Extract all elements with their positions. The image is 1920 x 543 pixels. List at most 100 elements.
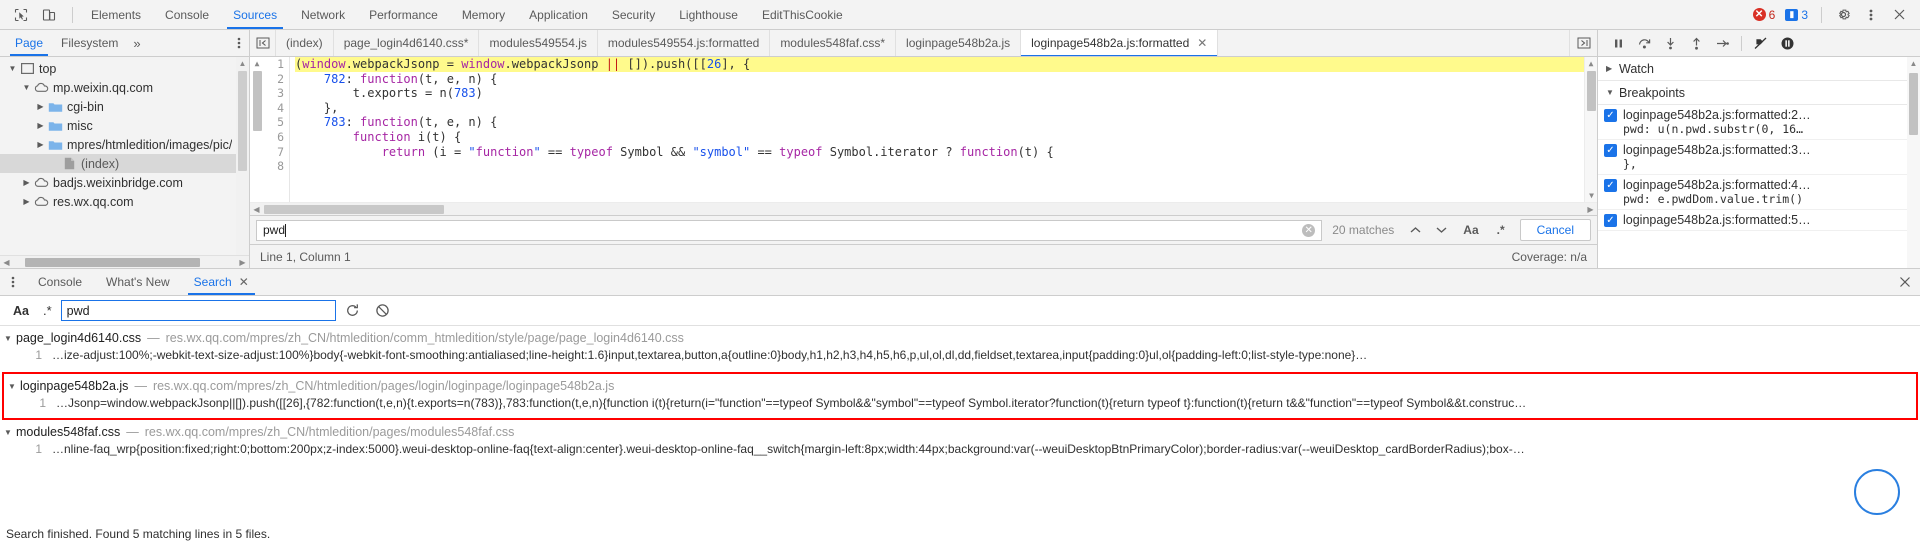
drawer-close-icon[interactable] — [1890, 269, 1920, 295]
tree-node-index[interactable]: (index) — [0, 154, 249, 173]
scrollbar-thumb[interactable] — [1909, 73, 1918, 135]
error-count-badge[interactable]: ✕ 6 — [1750, 7, 1781, 23]
code-editor[interactable]: ▲ 1 2 3 4 5 6 7 8 (window.webpackJsonp =… — [250, 57, 1597, 202]
scroll-up-icon[interactable]: ▲ — [236, 57, 249, 70]
breakpoint-item[interactable]: ✓ loginpage548b2a.js:formatted:3… }, — [1598, 140, 1920, 175]
navigator-vertical-scrollbar[interactable]: ▲ ▼ — [236, 57, 249, 268]
search-result-line[interactable]: 1 …Jsonp=window.webpackJsonp||[]).push([… — [4, 396, 1916, 416]
twisty-icon[interactable]: ▼ — [20, 83, 33, 92]
twisty-icon[interactable]: ▶ — [34, 102, 47, 111]
breakpoints-section-header[interactable]: ▼ Breakpoints — [1598, 81, 1920, 105]
watch-section-header[interactable]: ▶ Watch — [1598, 57, 1920, 81]
step-out-icon[interactable] — [1684, 32, 1708, 54]
tree-node-misc[interactable]: ▶ misc — [0, 116, 249, 135]
twisty-icon[interactable]: ▶ — [20, 197, 33, 206]
tab-memory[interactable]: Memory — [450, 0, 517, 29]
tree-node-res-wx[interactable]: ▶ res.wx.qq.com — [0, 192, 249, 211]
scroll-up-icon[interactable]: ▲ — [1585, 57, 1597, 70]
pause-icon[interactable] — [1606, 32, 1630, 54]
twisty-icon[interactable]: ▶ — [20, 178, 33, 187]
twisty-icon[interactable]: ▼ — [4, 428, 16, 437]
scroll-left-icon[interactable]: ◀ — [0, 258, 13, 267]
search-result-line[interactable]: 1 …ize-adjust:100%;-webkit-text-size-adj… — [0, 348, 1920, 368]
editor-left-scrollbar[interactable]: ▲ — [250, 57, 264, 202]
search-result-file[interactable]: ▼ modules548faf.css — res.wx.qq.com/mpre… — [0, 422, 1920, 442]
tab-elements[interactable]: Elements — [79, 0, 153, 29]
tab-lighthouse[interactable]: Lighthouse — [667, 0, 750, 29]
scroll-right-icon[interactable]: ▶ — [1584, 205, 1597, 214]
step-icon[interactable] — [1710, 32, 1734, 54]
twisty-icon[interactable]: ▼ — [6, 64, 19, 73]
search-match-case-toggle[interactable]: Aa — [8, 304, 34, 318]
breakpoint-item[interactable]: ✓ loginpage548b2a.js:formatted:4… pwd: e… — [1598, 175, 1920, 210]
drawer-menu-icon[interactable] — [0, 269, 26, 295]
scrollbar-thumb[interactable] — [25, 257, 200, 267]
navigator-horizontal-scrollbar[interactable]: ◀ ▶ — [0, 255, 249, 268]
breakpoint-checkbox[interactable]: ✓ — [1604, 144, 1617, 157]
device-toolbar-icon[interactable] — [36, 3, 62, 27]
cancel-button[interactable]: Cancel — [1519, 219, 1591, 241]
tab-application[interactable]: Application — [517, 0, 600, 29]
deactivate-breakpoints-icon[interactable] — [1749, 32, 1773, 54]
editor-vertical-scrollbar[interactable]: ▲ ▼ — [1584, 57, 1597, 202]
twisty-icon[interactable]: ▼ — [4, 334, 16, 343]
editor-horizontal-scrollbar[interactable]: ◀ ▶ — [250, 202, 1597, 215]
drawer-tab-whats-new[interactable]: What's New — [94, 269, 182, 295]
search-result-file[interactable]: ▼ page_login4d6140.css — res.wx.qq.com/m… — [0, 328, 1920, 348]
clear-results-icon[interactable] — [370, 299, 396, 323]
drawer-tab-console[interactable]: Console — [26, 269, 94, 295]
navigator-menu-icon[interactable] — [229, 36, 249, 50]
scrollbar-thumb[interactable] — [238, 71, 247, 171]
search-input[interactable]: pwd — [60, 300, 336, 321]
breakpoint-item[interactable]: ✓ loginpage548b2a.js:formatted:5… — [1598, 210, 1920, 231]
breakpoint-checkbox[interactable]: ✓ — [1604, 179, 1617, 192]
navigator-tab-filesystem[interactable]: Filesystem — [52, 30, 127, 56]
scroll-right-icon[interactable]: ▶ — [236, 258, 249, 267]
drawer-tab-search[interactable]: Search ✕ — [182, 269, 261, 295]
tab-sources[interactable]: Sources — [221, 0, 289, 29]
kebab-menu-icon[interactable] — [1858, 3, 1884, 27]
twisty-icon[interactable]: ▼ — [8, 382, 20, 391]
code-content[interactable]: (window.webpackJsonp = window.webpackJso… — [290, 57, 1584, 202]
step-over-icon[interactable] — [1632, 32, 1656, 54]
scroll-up-icon[interactable]: ▲ — [250, 57, 264, 68]
scroll-up-icon[interactable]: ▲ — [1907, 57, 1920, 70]
twisty-icon[interactable]: ▼ — [1606, 88, 1619, 97]
chevron-up-icon[interactable] — [1404, 220, 1426, 241]
clear-input-icon[interactable]: ✕ — [1302, 223, 1316, 237]
editor-tab-close-icon[interactable]: ✕ — [1197, 36, 1207, 50]
search-result-line[interactable]: 1 …nline-faq_wrp{position:fixed;right:0;… — [0, 442, 1920, 462]
tree-node-mp-weixin[interactable]: ▼ mp.weixin.qq.com — [0, 78, 249, 97]
editor-tab-loginpage548b2a-js-formatted[interactable]: loginpage548b2a.js:formatted ✕ — [1021, 30, 1219, 56]
breakpoint-item[interactable]: ✓ loginpage548b2a.js:formatted:2… pwd: u… — [1598, 105, 1920, 140]
tab-network[interactable]: Network — [289, 0, 357, 29]
editor-tab-modules549554-js[interactable]: modules549554.js — [479, 30, 598, 56]
tree-node-cgi-bin[interactable]: ▶ cgi-bin — [0, 97, 249, 116]
editor-tab-modules549554-js-formatted[interactable]: modules549554.js:formatted — [598, 30, 771, 56]
twisty-icon[interactable]: ▶ — [34, 121, 47, 130]
inspect-cursor-icon[interactable] — [8, 3, 34, 27]
tab-security[interactable]: Security — [600, 0, 667, 29]
regex-toggle[interactable]: .* — [1490, 220, 1512, 241]
editor-tab-modules548faf-css[interactable]: modules548faf.css* — [770, 30, 897, 56]
show-drawer-icon[interactable] — [1569, 30, 1597, 56]
message-count-badge[interactable]: ▮ 3 — [1782, 7, 1813, 23]
twisty-icon[interactable]: ▶ — [1606, 64, 1619, 73]
scrollbar-track[interactable] — [13, 256, 236, 269]
chevron-down-icon[interactable] — [1430, 220, 1452, 241]
scrollbar-thumb[interactable] — [1587, 71, 1596, 111]
step-into-icon[interactable] — [1658, 32, 1682, 54]
tree-node-mpres-images[interactable]: ▶ mpres/htmledition/images/pic/ — [0, 135, 249, 154]
tab-console[interactable]: Console — [153, 0, 221, 29]
search-result-file[interactable]: ▼ loginpage548b2a.js — res.wx.qq.com/mpr… — [4, 376, 1916, 396]
scrollbar-thumb[interactable] — [264, 205, 444, 214]
drawer-tab-close-icon[interactable]: ✕ — [239, 275, 249, 289]
tree-node-top[interactable]: ▼ top — [0, 59, 249, 78]
breakpoint-checkbox[interactable]: ✓ — [1604, 214, 1617, 227]
tree-node-badjs[interactable]: ▶ badjs.weixinbridge.com — [0, 173, 249, 192]
find-input[interactable]: pwd ✕ — [256, 219, 1323, 241]
tab-performance[interactable]: Performance — [357, 0, 450, 29]
scroll-down-icon[interactable]: ▼ — [1585, 189, 1597, 202]
debugger-vertical-scrollbar[interactable]: ▲ — [1907, 57, 1920, 268]
close-icon[interactable] — [1886, 3, 1912, 27]
